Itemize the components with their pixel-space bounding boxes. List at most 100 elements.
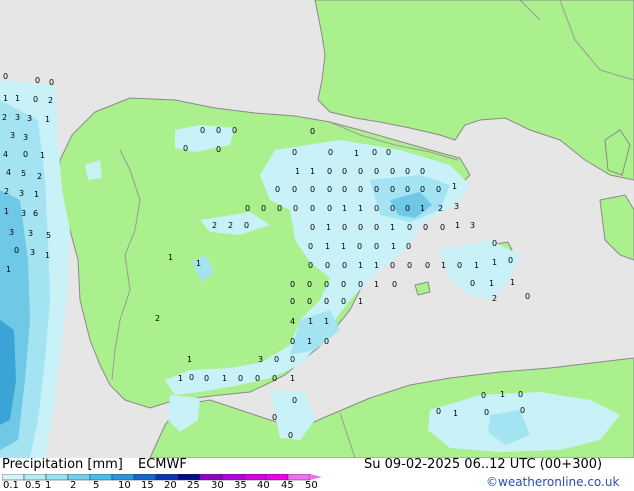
precip-value-label: 0 bbox=[374, 204, 379, 213]
precip-value-label: 0 bbox=[436, 407, 441, 416]
precip-value-label: 0 bbox=[327, 185, 332, 194]
precip-value-label: 0 bbox=[374, 223, 379, 232]
precip-value-label: 1 bbox=[354, 149, 359, 158]
precip-value-label: 0 bbox=[49, 78, 54, 87]
precip-value-label: 2 bbox=[2, 113, 7, 122]
precip-value-label: 1 bbox=[325, 242, 330, 251]
precip-value-label: 0 bbox=[310, 185, 315, 194]
chart-title: Precipitation [mm] bbox=[2, 457, 123, 472]
precip-value-label: 2 bbox=[48, 96, 53, 105]
precip-value-label: 1 bbox=[453, 409, 458, 418]
precip-value-label: 0 bbox=[390, 167, 395, 176]
precip-value-label: 4 bbox=[290, 317, 295, 326]
precip-value-label: 0 bbox=[342, 261, 347, 270]
precip-value-label: 0 bbox=[3, 72, 8, 81]
precip-value-label: 0 bbox=[308, 242, 313, 251]
precip-value-label: 2 bbox=[155, 314, 160, 323]
precip-value-label: 0 bbox=[436, 185, 441, 194]
precip-value-label: 0 bbox=[290, 355, 295, 364]
precip-value-label: 0 bbox=[33, 95, 38, 104]
precip-value-label: 1 bbox=[500, 390, 505, 399]
precip-value-label: 0 bbox=[425, 261, 430, 270]
precip-value-label: 4 bbox=[3, 150, 8, 159]
precip-value-label: 3 bbox=[28, 229, 33, 238]
legend-tick: 50 bbox=[305, 480, 318, 491]
precip-value-label: 0 bbox=[310, 223, 315, 232]
legend-tick: 2 bbox=[70, 480, 77, 491]
precip-value-label: 0 bbox=[277, 204, 282, 213]
forecast-datetime: Su 09-02-2025 06..12 UTC (00+300) bbox=[364, 457, 603, 472]
credit-link[interactable]: ©weatheronline.co.uk bbox=[486, 475, 619, 489]
precip-value-label: 0 bbox=[405, 185, 410, 194]
precip-value-label: 0 bbox=[232, 126, 237, 135]
precip-value-label: 1 bbox=[290, 374, 295, 383]
precip-value-label: 0 bbox=[440, 223, 445, 232]
model-name: ECMWF bbox=[138, 457, 187, 472]
precip-value-label: 0 bbox=[292, 185, 297, 194]
precip-value-label: 1 bbox=[307, 337, 312, 346]
precip-value-label: 0 bbox=[357, 242, 362, 251]
precip-value-label: 0 bbox=[341, 280, 346, 289]
precip-value-label: 2 bbox=[438, 204, 443, 213]
precip-value-label: 0 bbox=[183, 144, 188, 153]
precip-value-label: 0 bbox=[374, 167, 379, 176]
precip-value-label: 0 bbox=[457, 261, 462, 270]
precip-value-label: 2 bbox=[4, 187, 9, 196]
legend-tick: 1 bbox=[45, 480, 52, 491]
precip-value-label: 0 bbox=[216, 126, 221, 135]
precip-value-label: 0 bbox=[272, 413, 277, 422]
precip-value-label: 1 bbox=[391, 242, 396, 251]
precip-value-label: 1 bbox=[452, 182, 457, 191]
precip-value-label: 3 bbox=[9, 228, 14, 237]
precip-value-label: 0 bbox=[508, 256, 513, 265]
precip-value-label: 3 bbox=[470, 221, 475, 230]
precip-value-label: 0 bbox=[386, 148, 391, 157]
precip-value-label: 0 bbox=[390, 185, 395, 194]
precip-value-label: 0 bbox=[520, 406, 525, 415]
precip-value-label: 0 bbox=[255, 374, 260, 383]
precip-value-label: 0 bbox=[14, 246, 19, 255]
precip-value-label: 0 bbox=[406, 242, 411, 251]
precip-value-label: 1 bbox=[34, 190, 39, 199]
precip-value-label: 0 bbox=[324, 297, 329, 306]
precip-value-label: 1 bbox=[374, 280, 379, 289]
precip-value-label: 0 bbox=[405, 167, 410, 176]
precip-value-label: 1 bbox=[6, 265, 11, 274]
precip-value-label: 0 bbox=[405, 204, 410, 213]
precip-value-label: 2 bbox=[492, 294, 497, 303]
precip-value-label: 0 bbox=[307, 297, 312, 306]
precip-value-label: 0 bbox=[423, 223, 428, 232]
precip-value-label: 0 bbox=[200, 126, 205, 135]
precip-value-label: 1 bbox=[196, 259, 201, 268]
precip-value-label: 0 bbox=[325, 261, 330, 270]
precip-value-label: 5 bbox=[46, 231, 51, 240]
precip-value-label: 0 bbox=[358, 185, 363, 194]
precip-value-label: 0 bbox=[328, 148, 333, 157]
precip-value-label: 3 bbox=[10, 131, 15, 140]
precip-value-label: 1 bbox=[324, 317, 329, 326]
precip-value-label: 0 bbox=[358, 280, 363, 289]
legend-tick: 5 bbox=[93, 480, 100, 491]
legend-tick: 45 bbox=[281, 480, 294, 491]
precip-value-label: 0 bbox=[358, 223, 363, 232]
precip-value-label: 3 bbox=[23, 133, 28, 142]
precip-value-label: 0 bbox=[484, 408, 489, 417]
precip-value-label: 0 bbox=[290, 280, 295, 289]
precip-value-label: 1 bbox=[326, 223, 331, 232]
precip-value-label: 1 bbox=[40, 151, 45, 160]
precip-value-label: 1 bbox=[474, 261, 479, 270]
precip-value-label: 3 bbox=[21, 209, 26, 218]
precip-value-label: 0 bbox=[308, 261, 313, 270]
precip-value-label: 2 bbox=[212, 221, 217, 230]
precip-value-label: 0 bbox=[189, 373, 194, 382]
precip-value-label: 0 bbox=[35, 76, 40, 85]
precip-value-label: 1 bbox=[310, 167, 315, 176]
precip-value-label: 1 bbox=[358, 297, 363, 306]
precip-value-label: 1 bbox=[510, 278, 515, 287]
precip-value-label: 5 bbox=[21, 169, 26, 178]
legend-tick: 40 bbox=[257, 480, 270, 491]
precip-value-label: 2 bbox=[37, 172, 42, 181]
precip-value-label: 0 bbox=[342, 167, 347, 176]
precip-value-label: 0 bbox=[292, 148, 297, 157]
precip-value-label: 6 bbox=[33, 209, 38, 218]
